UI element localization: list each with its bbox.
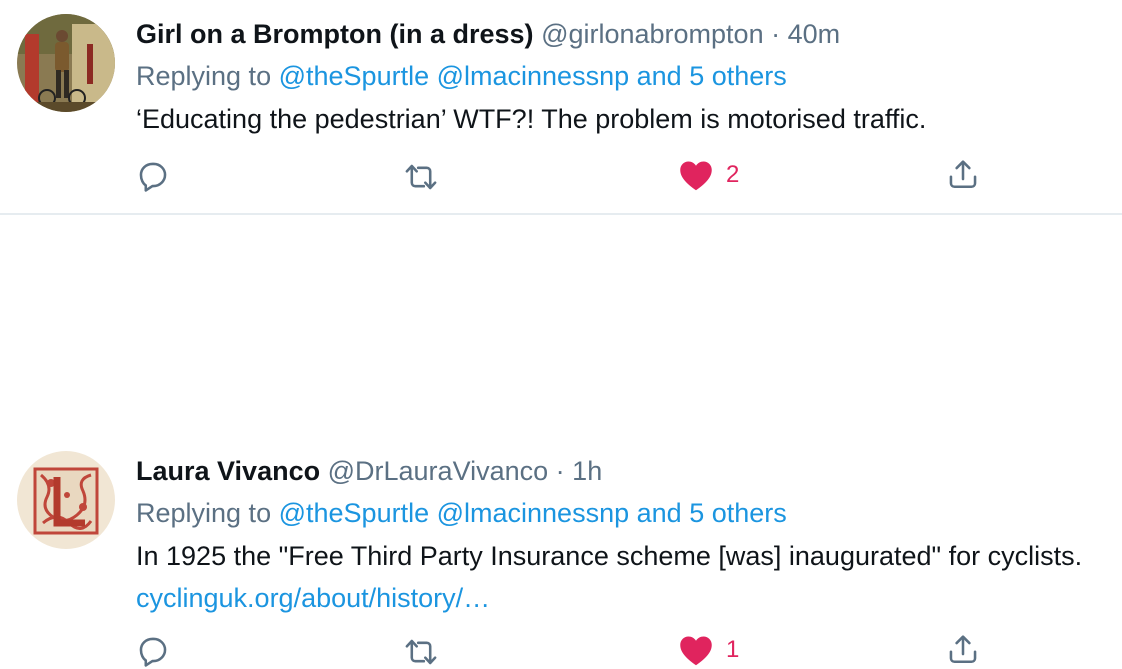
user-handle[interactable]: @DrLauraVivanco	[328, 456, 549, 486]
replying-prefix: Replying to	[136, 61, 272, 91]
tweet-header: Girl on a Brompton (in a dress) @girlona…	[136, 17, 840, 51]
separator: ·	[771, 19, 781, 49]
reply-button[interactable]	[136, 159, 170, 193]
replying-and: and	[636, 498, 682, 528]
reply-button[interactable]	[136, 634, 170, 668]
replying-others-link[interactable]: 5 others	[689, 498, 787, 528]
retweet-icon	[405, 164, 437, 190]
share-button[interactable]	[946, 631, 980, 667]
tweet[interactable]: Girl on a Brompton (in a dress) @girlona…	[0, 0, 1122, 215]
share-icon	[949, 635, 977, 664]
display-name[interactable]: Girl on a Brompton (in a dress)	[136, 19, 534, 49]
heart-icon	[680, 636, 712, 666]
tweet-text-content: ‘Educating the pedestrian’ WTF?! The pro…	[136, 104, 927, 134]
tweet-text-content: In 1925 the "Free Third Party Insurance …	[136, 541, 1083, 571]
reply-icon	[139, 637, 167, 667]
like-count: 1	[726, 636, 740, 663]
display-name[interactable]: Laura Vivanco	[136, 456, 320, 486]
retweet-icon	[405, 639, 437, 665]
tweet-text: In 1925 the "Free Third Party Insurance …	[136, 535, 1111, 619]
replying-users-link[interactable]: @theSpurtle @lmacinnessnp	[279, 61, 630, 91]
tweet[interactable]: Laura Vivanco @DrLauraVivanco · 1h Reply…	[0, 215, 1122, 667]
replying-to: Replying to @theSpurtle @lmacinnessnp an…	[136, 496, 787, 530]
tweet-header: Laura Vivanco @DrLauraVivanco · 1h	[136, 454, 602, 488]
reply-icon	[139, 162, 167, 192]
heart-icon	[680, 161, 712, 191]
replying-and: and	[636, 61, 682, 91]
timestamp[interactable]: 40m	[788, 19, 841, 49]
tweet-text: ‘Educating the pedestrian’ WTF?! The pro…	[136, 98, 1111, 140]
avatar[interactable]	[17, 14, 115, 112]
replying-others-link[interactable]: 5 others	[689, 61, 787, 91]
tweet-link[interactable]: cyclinguk.org/about/history/…	[136, 583, 490, 613]
like-count: 2	[726, 161, 740, 188]
retweet-button[interactable]	[404, 635, 438, 669]
timestamp[interactable]: 1h	[572, 456, 602, 486]
replying-users-link[interactable]: @theSpurtle @lmacinnessnp	[279, 498, 630, 528]
share-button[interactable]	[946, 156, 980, 192]
replying-prefix: Replying to	[136, 498, 272, 528]
separator: ·	[555, 456, 565, 486]
replying-to: Replying to @theSpurtle @lmacinnessnp an…	[136, 59, 787, 93]
user-handle[interactable]: @girlonabrompton	[541, 19, 764, 49]
like-button[interactable]: 1	[678, 633, 739, 667]
share-icon	[949, 160, 977, 189]
like-button[interactable]: 2	[678, 158, 739, 192]
retweet-button[interactable]	[404, 160, 438, 194]
